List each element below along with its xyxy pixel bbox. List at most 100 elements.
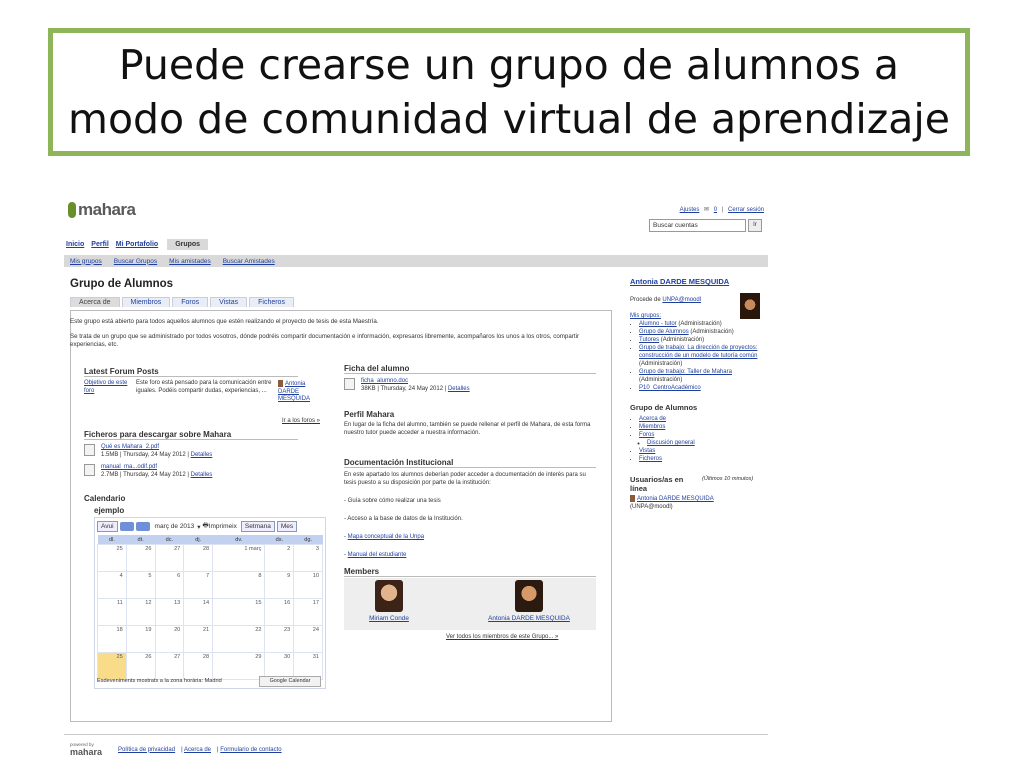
day-cell[interactable]: 18: [97, 625, 127, 653]
member-card[interactable]: Antonia DARDE MESQUIDA: [469, 578, 589, 622]
day-cell[interactable]: 22: [212, 625, 266, 653]
day-cell[interactable]: 6: [154, 571, 185, 599]
ficha-file-link[interactable]: ficha_alumno.doc: [361, 378, 470, 386]
day-cell[interactable]: 14: [183, 598, 214, 626]
tab-ficheros[interactable]: Ficheros: [249, 297, 294, 307]
calendar-print[interactable]: Imprimeix: [209, 523, 237, 530]
tab-foros[interactable]: Foros: [172, 297, 209, 307]
day-cell[interactable]: 26: [125, 544, 156, 572]
chevron-down-icon[interactable]: ▾: [197, 523, 200, 531]
sidebar-group-link[interactable]: Grupo de trabajo: La dirección de proyec…: [639, 345, 757, 359]
sidebar-group-link[interactable]: Tutores: [639, 337, 659, 343]
day-cell[interactable]: 16: [264, 598, 295, 626]
sidebar-from-link[interactable]: UNPA@moodl: [662, 297, 701, 303]
footer-about-link[interactable]: Acerca de: [184, 747, 211, 753]
member-card[interactable]: Miriam Conde: [344, 578, 434, 622]
tab-miembros[interactable]: Miembros: [121, 297, 171, 307]
file-name-link[interactable]: manual_ma...odif.pdf: [101, 464, 212, 472]
sidebar-menu-link[interactable]: Acerca de: [639, 416, 666, 422]
day-cell[interactable]: 25: [97, 544, 127, 572]
sidebar-forum-link[interactable]: Discusión general: [647, 440, 695, 446]
member-photo[interactable]: [515, 580, 543, 612]
calendar-month[interactable]: març de 2013: [155, 523, 195, 530]
all-members-link[interactable]: Ver todos los miembros de este Grupo... …: [446, 634, 558, 642]
file-name-link[interactable]: Qué es Mahara_2.pdf: [101, 444, 212, 452]
day-cell[interactable]: 24: [293, 625, 323, 653]
powered-by-logo[interactable]: powered by mahara: [70, 742, 102, 757]
calendar-month-button[interactable]: Mes: [276, 521, 298, 532]
google-calendar-button[interactable]: Google Calendar: [259, 676, 321, 687]
mahara-logo[interactable]: mahara: [68, 200, 136, 220]
calendar-today-button[interactable]: Avui: [97, 521, 118, 532]
tab-acerca-de[interactable]: Acerca de: [70, 297, 120, 307]
day-cell[interactable]: 19: [125, 625, 156, 653]
nav-grupos[interactable]: Grupos: [167, 239, 209, 250]
sidebar-online-user-link[interactable]: Antonia DARDE MESQUIDA: [637, 496, 714, 502]
member-name[interactable]: Antonia DARDE MESQUIDA: [469, 615, 589, 622]
day-cell[interactable]: 27: [154, 544, 185, 572]
day-cell[interactable]: 26: [125, 652, 156, 680]
day-cell[interactable]: 28: [183, 544, 214, 572]
logout-link[interactable]: Cerrar sesión: [728, 207, 764, 213]
sidebar-menu-link[interactable]: Vistas: [639, 448, 655, 454]
forum-topic-link[interactable]: Objetivo de este foro: [84, 380, 132, 395]
day-cell[interactable]: 23: [264, 625, 295, 653]
nav-perfil[interactable]: Perfil: [91, 239, 116, 250]
nav-inicio[interactable]: Inicio: [66, 239, 91, 250]
day-cell[interactable]: 29: [212, 652, 266, 680]
sidebar-group-link[interactable]: P10_CentroAcadémico: [639, 385, 701, 391]
calendar-week-button[interactable]: Setmana: [240, 521, 275, 532]
subnav-buscar-amistades[interactable]: Buscar Amistades: [223, 258, 275, 265]
inbox-icon[interactable]: ✉: [704, 207, 709, 213]
member-photo[interactable]: [375, 580, 403, 612]
sidebar-user-link[interactable]: Antonia DARDE MESQUIDA: [630, 277, 730, 286]
day-cell[interactable]: 7: [183, 571, 214, 599]
mapa-link[interactable]: Mapa conceptual de la Unpa: [348, 534, 424, 540]
day-cell[interactable]: 5: [125, 571, 156, 599]
day-cell[interactable]: 15: [212, 598, 266, 626]
sidebar-menu-link[interactable]: Miembros: [639, 424, 665, 430]
forum-more-link[interactable]: Ir a los foros »: [282, 418, 320, 426]
day-cell[interactable]: 3: [293, 544, 323, 572]
search-button[interactable]: Ir: [748, 219, 762, 232]
search-input[interactable]: Buscar cuentas: [649, 219, 746, 232]
day-cell[interactable]: 4: [97, 571, 127, 599]
inbox-count[interactable]: 0: [714, 207, 717, 213]
day-cell[interactable]: 28: [183, 652, 214, 680]
settings-link[interactable]: Ajustes: [680, 207, 700, 213]
calendar-next-icon[interactable]: [135, 522, 150, 531]
calendar-prev-icon[interactable]: [119, 522, 134, 531]
day-cell[interactable]: 11: [97, 598, 127, 626]
subnav-mis-amistades[interactable]: Mis amistades: [169, 258, 211, 265]
manual-link[interactable]: Manual del estudiante: [348, 552, 407, 558]
file-details-link[interactable]: Detalles: [191, 472, 213, 478]
day-cell[interactable]: 1 març: [212, 544, 266, 572]
sidebar-group-link[interactable]: Alumno - tutor: [639, 321, 677, 327]
sidebar-menu-link[interactable]: Foros: [639, 432, 654, 438]
day-cell[interactable]: 20: [154, 625, 185, 653]
footer-contact-link[interactable]: Formulario de contacto: [220, 747, 281, 753]
subnav-mis-grupos[interactable]: Mis grupos: [70, 258, 102, 265]
day-cell-today[interactable]: 25: [97, 652, 127, 680]
day-cell[interactable]: 10: [293, 571, 323, 599]
forum-author[interactable]: Antonia DARDE MESQUIDA: [278, 380, 318, 404]
day-cell[interactable]: 8: [212, 571, 266, 599]
sidebar-group-link[interactable]: Grupo de Alumnos: [639, 329, 689, 335]
day-cell[interactable]: 13: [154, 598, 185, 626]
day-cell[interactable]: 12: [125, 598, 156, 626]
sidebar-group-link[interactable]: Grupo de trabajo: Taller de Mahara: [639, 369, 732, 375]
ficha-details-link[interactable]: Detalles: [448, 386, 470, 392]
member-name[interactable]: Miriam Conde: [344, 615, 434, 622]
day-cell[interactable]: 2: [264, 544, 295, 572]
sub-nav: Mis grupos Buscar Grupos Mis amistades B…: [64, 255, 768, 267]
day-cell[interactable]: 27: [154, 652, 185, 680]
file-details-link[interactable]: Detalles: [191, 452, 213, 458]
nav-portafolio[interactable]: Mi Portafolio: [116, 239, 165, 250]
subnav-buscar-grupos[interactable]: Buscar Grupos: [114, 258, 157, 265]
day-cell[interactable]: 9: [264, 571, 295, 599]
day-cell[interactable]: 17: [293, 598, 323, 626]
footer-privacy-link[interactable]: Política de privacidad: [118, 747, 175, 753]
tab-vistas[interactable]: Vistas: [210, 297, 248, 307]
day-cell[interactable]: 21: [183, 625, 214, 653]
sidebar-menu-link[interactable]: Ficheros: [639, 456, 662, 462]
